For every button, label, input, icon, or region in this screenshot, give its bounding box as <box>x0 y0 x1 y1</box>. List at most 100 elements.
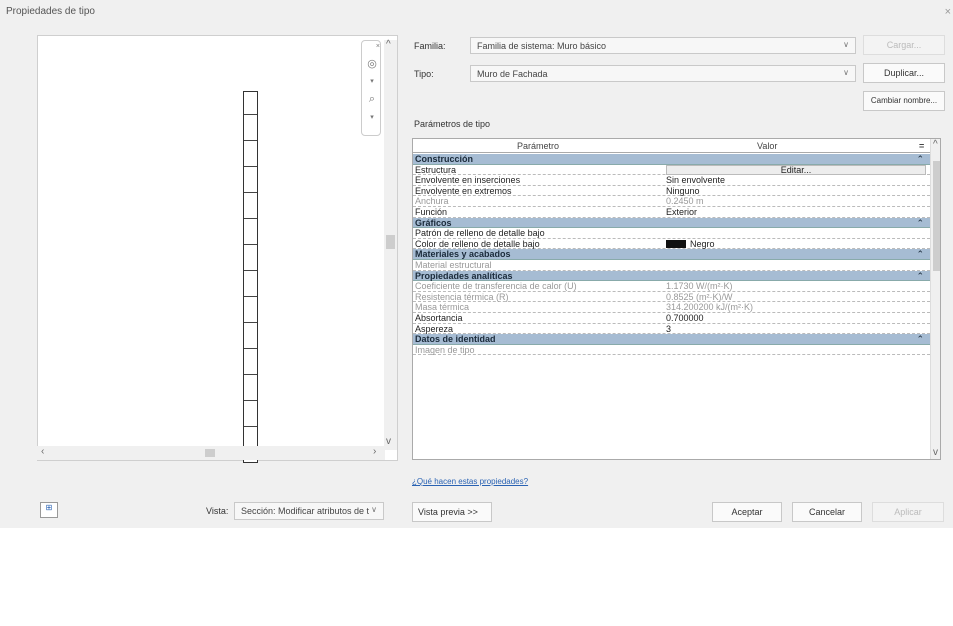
table-row[interactable]: Masa térmica 314.200200 kJ/(m²·K) <box>413 302 930 313</box>
color-name: Negro <box>690 238 715 249</box>
ok-button[interactable]: Aceptar <box>712 502 782 522</box>
load-button[interactable]: Cargar... <box>863 35 945 55</box>
group-title: Propiedades analíticas <box>415 270 513 281</box>
group-title: Gráficos <box>415 217 452 228</box>
preview-horizontal-scrollbar[interactable]: ‹ › <box>37 446 385 460</box>
table-row[interactable]: Función Exterior <box>413 207 930 218</box>
scroll-down-icon[interactable]: v <box>386 436 391 447</box>
parameter-name: Masa térmica <box>415 302 470 313</box>
tipo-select[interactable]: Muro de Fachada ∨ <box>470 65 856 82</box>
zoom-icon[interactable]: ⌕ <box>364 93 380 106</box>
group-header-row[interactable]: Datos de identidad ⌃ <box>413 334 930 345</box>
group-header-row[interactable]: Construcción ⌃ <box>413 154 930 165</box>
table-row[interactable]: Envolvente en extremos Ninguno <box>413 186 930 197</box>
close-button[interactable]: × <box>945 6 951 18</box>
parameter-name: Absortancia <box>415 313 463 323</box>
edit-structure-button[interactable]: Editar... <box>666 164 926 175</box>
scroll-right-icon[interactable]: › <box>373 446 376 457</box>
preview-pane[interactable] <box>37 35 398 463</box>
table-row[interactable]: Patrón de relleno de detalle bajo <box>413 228 930 239</box>
close-navbar-icon[interactable]: × <box>364 43 380 50</box>
table-row[interactable]: Anchura 0.2450 m <box>413 196 930 207</box>
parameter-name: Anchura <box>415 196 449 207</box>
collapse-icon[interactable]: ⌃ <box>916 271 924 281</box>
table-row[interactable]: Color de relleno de detalle bajo Negro <box>413 239 930 250</box>
scroll-thumb[interactable] <box>933 161 940 271</box>
preview-button[interactable]: Vista previa >> <box>412 502 492 522</box>
vista-select[interactable]: Sección: Modificar atributos de t ∨ <box>234 502 384 520</box>
familia-select[interactable]: Familia de sistema: Muro básico ∨ <box>470 37 856 54</box>
table-row[interactable]: Envolvente en inserciones Sin envolvente <box>413 175 930 186</box>
parameter-name: Material estructural <box>415 260 492 270</box>
help-link[interactable]: ¿Qué hacen estas propiedades? <box>412 477 528 486</box>
column-header-value[interactable]: Valor <box>757 141 777 151</box>
zoom-extents-icon[interactable]: ⊞ <box>40 502 58 518</box>
dropdown-arrow-icon[interactable]: ▾ <box>364 113 380 121</box>
group-header-row[interactable]: Propiedades analíticas ⌃ <box>413 270 930 282</box>
parameter-name: Envolvente en extremos <box>415 185 512 196</box>
scroll-down-icon[interactable]: v <box>933 447 938 458</box>
column-header-parameter[interactable]: Parámetro <box>517 141 559 151</box>
column-header-formula[interactable]: = <box>919 141 924 151</box>
chevron-down-icon: ∨ <box>843 68 849 77</box>
navigation-bar[interactable]: × ◎ ▾ ⌕ ▾ <box>361 40 381 136</box>
collapse-icon[interactable]: ⌃ <box>916 218 924 228</box>
table-row[interactable]: Estructura Editar... <box>413 164 930 176</box>
table-row[interactable]: Material estructural <box>413 260 930 271</box>
scroll-up-icon[interactable]: ^ <box>933 139 938 150</box>
table-row[interactable]: Coeficiente de transferencia de calor (U… <box>413 281 930 292</box>
group-header-row[interactable]: Gráficos ⌃ <box>413 217 930 229</box>
apply-button[interactable]: Aplicar <box>872 502 944 522</box>
parameter-name: Coeficiente de transferencia de calor (U… <box>415 281 577 292</box>
collapse-icon[interactable]: ⌃ <box>916 249 924 259</box>
tipo-label: Tipo: <box>414 69 434 79</box>
table-row[interactable]: Imagen de tipo <box>413 345 930 356</box>
group-title: Datos de identidad <box>415 334 496 345</box>
parameter-name: Función <box>415 207 448 217</box>
chevron-down-icon: ∨ <box>843 40 849 49</box>
parameter-name: Aspereza <box>415 323 454 334</box>
parameter-name: Imagen de tipo <box>415 344 475 355</box>
familia-value: Familia de sistema: Muro básico <box>477 41 607 51</box>
parameter-value: 0.2450 m <box>666 196 704 207</box>
dialog-title: Propiedades de tipo <box>6 6 95 17</box>
color-swatch-icon <box>666 239 686 248</box>
duplicate-button[interactable]: Duplicar... <box>863 63 945 83</box>
table-row[interactable]: Absortancia 0.700000 <box>413 313 930 324</box>
parameter-name: Patrón de relleno de detalle bajo <box>415 228 545 239</box>
table-row[interactable]: Aspereza 3 <box>413 324 930 335</box>
parameter-value[interactable]: 0.700000 <box>666 313 704 323</box>
table-scrollbar[interactable]: ^ v <box>930 139 940 459</box>
parameter-name: Resistencia térmica (R) <box>415 291 509 302</box>
parameter-value[interactable]: Exterior <box>666 207 697 217</box>
table-row[interactable]: Resistencia térmica (R) 0.8525 (m²·K)/W <box>413 292 930 303</box>
group-title: Construcción <box>415 154 474 164</box>
familia-label: Familia: <box>414 41 446 51</box>
parameter-name: Envolvente en inserciones <box>415 175 521 186</box>
cancel-button[interactable]: Cancelar <box>792 502 862 522</box>
parameter-value[interactable]: Sin envolvente <box>666 175 725 185</box>
dropdown-arrow-icon[interactable]: ▾ <box>364 77 380 85</box>
parameter-value[interactable]: Negro <box>666 239 715 249</box>
steering-wheel-icon[interactable]: ◎ <box>364 57 380 70</box>
group-header-row[interactable]: Materiales y acabados ⌃ <box>413 249 930 260</box>
group-title: Materiales y acabados <box>415 249 511 260</box>
scroll-left-icon[interactable]: ‹ <box>41 446 44 457</box>
type-parameters-table[interactable]: Parámetro Valor = Construcción ⌃ Estructur… <box>412 138 941 460</box>
rename-button[interactable]: Cambiar nombre... <box>863 91 945 111</box>
parameter-value[interactable]: 3 <box>666 324 671 334</box>
parameter-name: Estructura <box>415 164 457 175</box>
type-parameters-label: Parámetros de tipo <box>414 119 491 129</box>
parameter-value: 0.8525 (m²·K)/W <box>666 291 733 302</box>
collapse-icon[interactable]: ⌃ <box>916 154 924 164</box>
vista-label: Vista: <box>206 506 229 516</box>
scroll-thumb[interactable] <box>205 449 215 457</box>
scroll-up-icon[interactable]: ^ <box>386 39 391 50</box>
table-header: Parámetro Valor = <box>413 139 940 153</box>
scroll-thumb[interactable] <box>386 235 395 249</box>
parameter-name: Color de relleno de detalle bajo <box>415 238 540 249</box>
preview-vertical-scrollbar[interactable]: ^ v <box>384 39 397 450</box>
parameter-value[interactable]: Ninguno <box>666 186 700 196</box>
collapse-icon[interactable]: ⌃ <box>916 334 924 344</box>
tipo-value: Muro de Fachada <box>477 69 548 79</box>
